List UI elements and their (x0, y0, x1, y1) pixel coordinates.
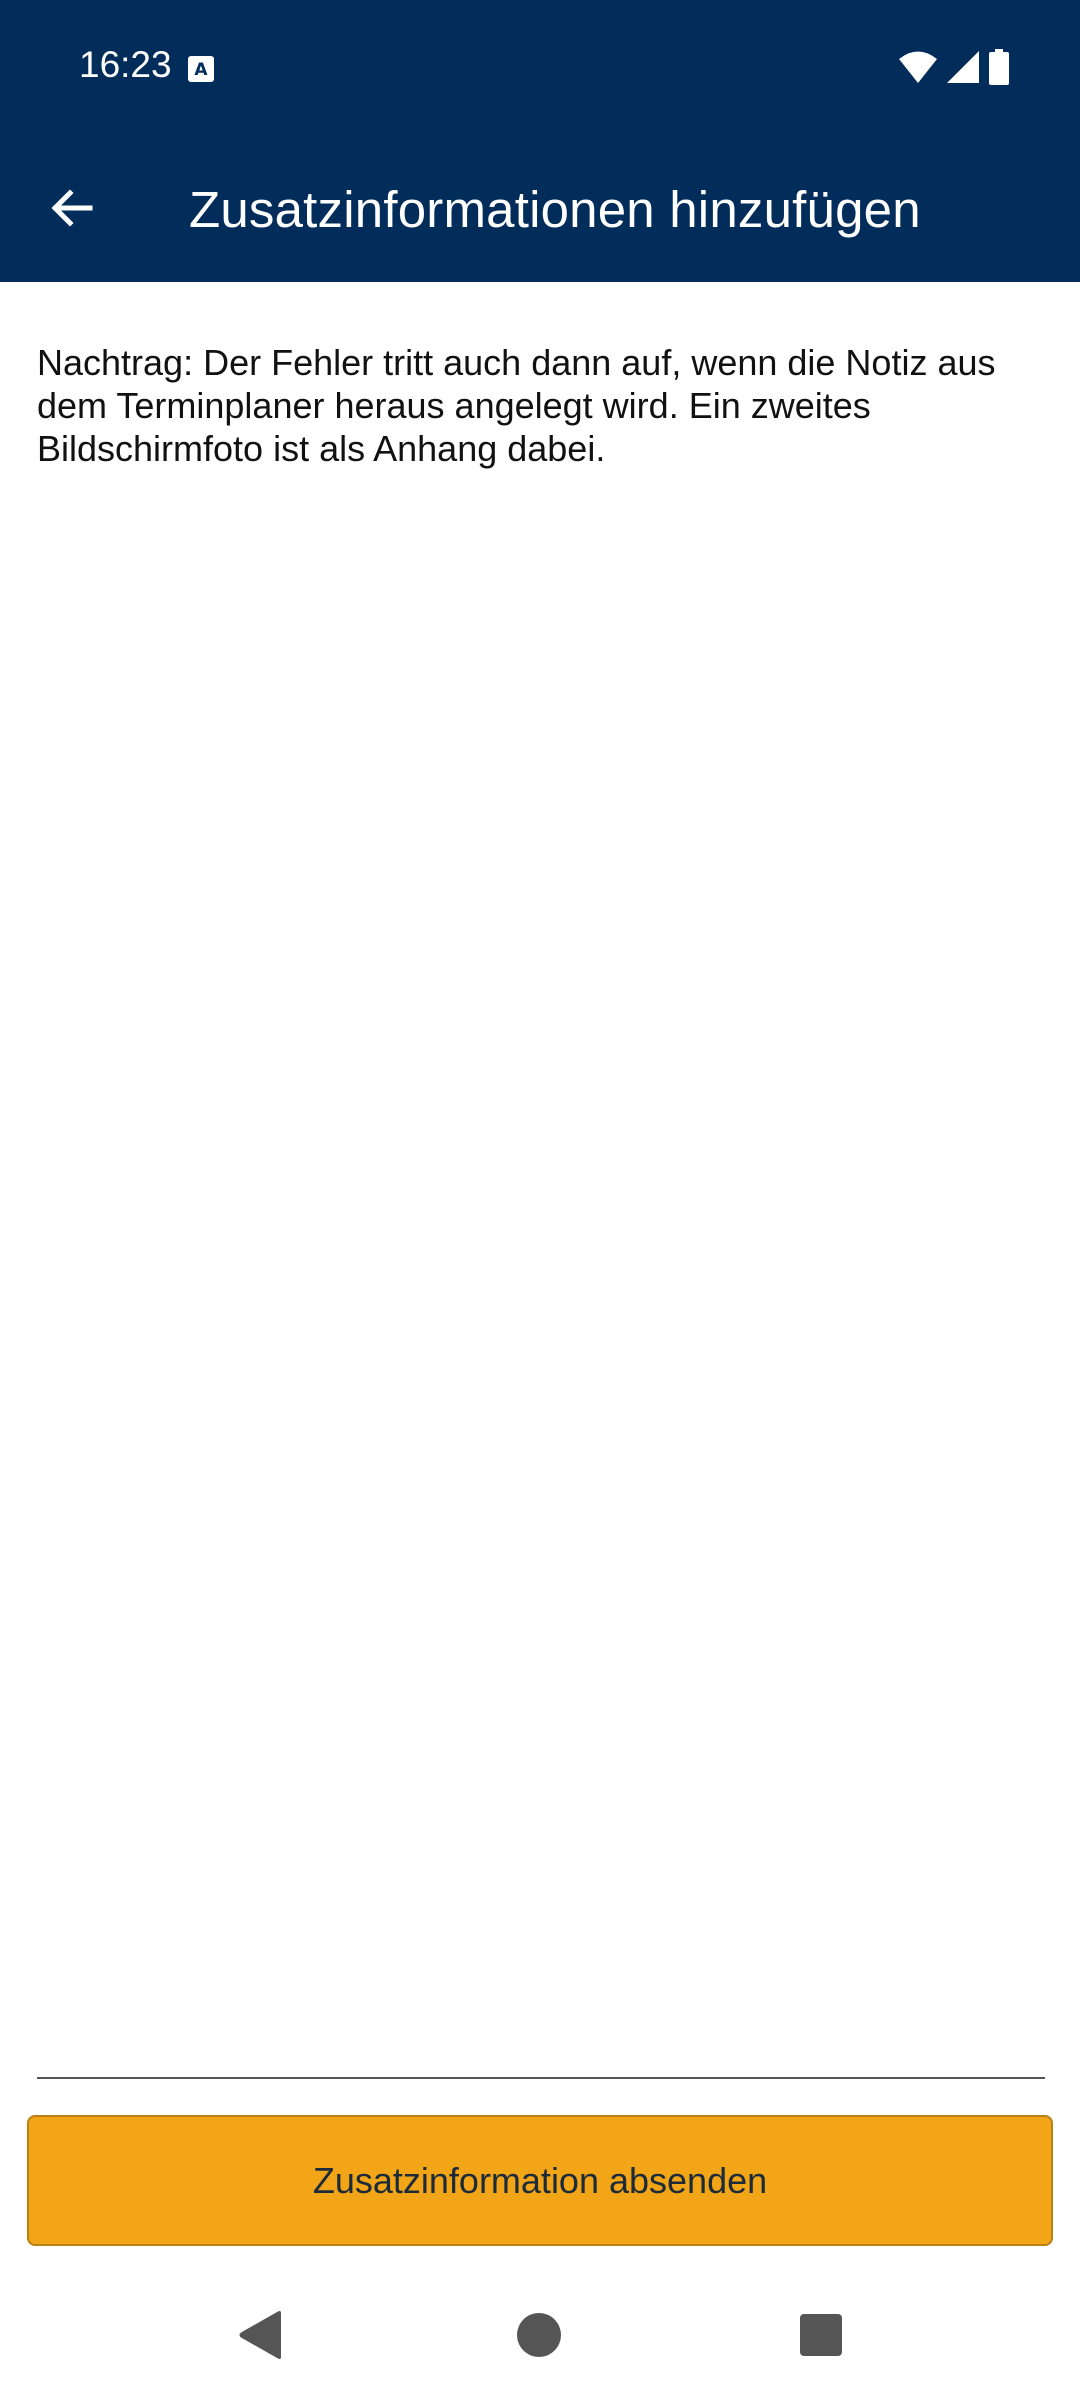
status-bar: 16:23 A (0, 0, 1080, 136)
nav-home-button[interactable] (494, 2290, 584, 2380)
nav-home-icon (517, 2313, 561, 2357)
status-time: 16:23 (79, 44, 172, 85)
nav-back-icon (239, 2311, 281, 2359)
status-icons (898, 48, 1010, 86)
accessibility-a-icon: A (188, 56, 214, 82)
nav-recents-button[interactable] (776, 2290, 866, 2380)
signal-icon (947, 51, 979, 83)
submit-button-label: Zusatzinformation absenden (312, 2159, 768, 2201)
screen: 16:23 A Zusatzinformationen hinzufügen N… (0, 0, 1080, 2400)
submit-button[interactable]: Zusatzinformation absenden (27, 2115, 1053, 2246)
battery-icon (989, 49, 1009, 85)
wifi-icon (899, 51, 937, 83)
svg-text:A: A (194, 60, 208, 80)
textarea-underline (37, 2077, 1045, 2079)
page-title: Zusatzinformationen hinzufügen (189, 181, 921, 238)
arrow-left-icon (51, 189, 93, 227)
nav-back-button[interactable] (215, 2290, 305, 2380)
back-button[interactable] (30, 166, 114, 250)
system-nav-bar (0, 2270, 1080, 2400)
app-bar: Zusatzinformationen hinzufügen (0, 136, 1080, 282)
nav-recents-icon (800, 2314, 842, 2356)
additional-info-textarea[interactable]: Nachtrag: Der Fehler tritt auch dann auf… (37, 341, 1043, 2071)
